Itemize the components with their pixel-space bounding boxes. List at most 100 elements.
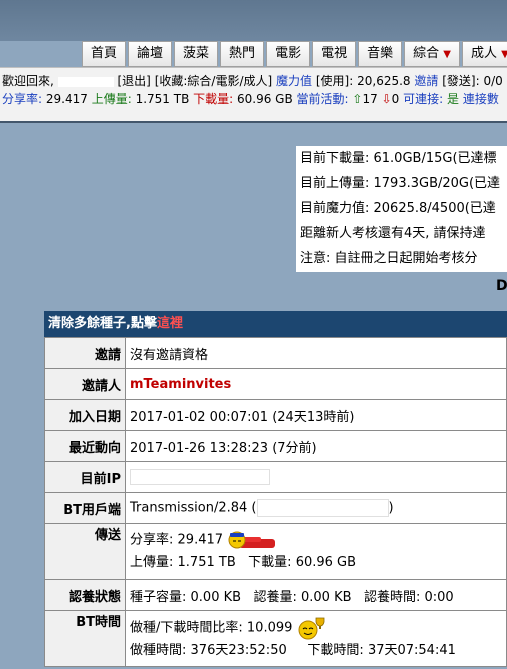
row-adoption: 認養狀態 種子容量: 0.00 KB 認養量: 0.00 KB 認養時間: 0:… <box>44 579 507 611</box>
inviter-link[interactable]: mTeaminvites <box>130 377 231 392</box>
bt-time-ratio-value: 10.099 <box>246 620 293 635</box>
info-line-2: 分享率: 29.417 上傳量: 1.751 TB 下載量: 60.96 GB … <box>2 90 499 107</box>
nav-tv[interactable]: 電視 <box>312 41 357 67</box>
dropdown-arrow-icon: ▼ <box>443 49 451 60</box>
active-label: 當前活動: <box>296 92 349 106</box>
connection-count-label: 連接數 <box>462 92 499 106</box>
favorites-items[interactable]: 綜合/電影/成人 <box>187 74 267 88</box>
nav-movies[interactable]: 電影 <box>266 41 311 67</box>
transfer-up-label: 上傳量: <box>130 554 174 570</box>
bt-time-detail-line: 做種時間: 376天23:52:50 下載時間: 37天07:54:41 <box>130 640 502 662</box>
inviter-label: 邀請人 <box>44 368 126 400</box>
recent-activity-value: 2017-01-26 13:28:23 (7分前) <box>125 430 507 462</box>
trophy-emoji-icon <box>298 617 324 639</box>
welcome-text: 歡迎回來, <box>2 74 54 88</box>
connectable-label: 可連接: <box>403 92 444 106</box>
adoption-amount-label: 認養量: <box>253 589 297 605</box>
row-inviter: 邀請人 mTeaminvites <box>44 368 507 400</box>
adoption-time-label: 認養時間: <box>363 589 421 605</box>
row-join-date: 加入日期 2017-01-02 00:07:01 (24天13時前) <box>44 399 507 431</box>
dropdown-arrow-icon: ▼ <box>501 49 507 60</box>
header-separator <box>0 121 507 123</box>
use-link[interactable]: [使用]: <box>316 74 353 88</box>
adoption-time-value: 0:00 <box>424 589 454 605</box>
sent-link[interactable]: [發送]: <box>442 74 479 88</box>
clear-seeds-link[interactable]: 這裡 <box>157 316 183 331</box>
ratio-value: 29.417 <box>45 92 88 106</box>
magic-status: 目前魔力值: 20625.8/4500(已達 <box>300 201 496 216</box>
download-label: 下載量: <box>193 92 234 106</box>
transfer-ratio-label: 分享率: <box>130 532 174 548</box>
invite-value: 0/0 <box>483 74 503 88</box>
ratio-label: 分享率: <box>2 92 43 106</box>
upload-value: 1.751 TB <box>135 92 190 106</box>
download-status: 目前下載量: 61.0GB/15G(已達標 <box>300 151 497 166</box>
adoption-amount-value: 0.00 KB <box>301 589 352 605</box>
top-banner <box>0 0 507 41</box>
nav-adult[interactable]: 成人 ▼ <box>461 41 507 67</box>
connectable-value: 是 <box>447 92 460 106</box>
nav-home[interactable]: 首頁 <box>82 41 127 67</box>
logout-link[interactable]: [退出] <box>117 74 150 88</box>
invite-value: 沒有邀請資格 <box>125 337 507 369</box>
row-current-ip: 目前IP <box>44 461 507 493</box>
row-transfer: 傳送 分享率: 29.417 上傳量: 1.751 TB 下載量: 60.96 … <box>44 523 507 580</box>
download-value: 60.96 GB <box>237 92 293 106</box>
upload-status: 目前上傳量: 1793.3GB/20G(已達 <box>300 176 501 191</box>
magic-value: 20,625.8 <box>357 74 411 88</box>
bt-time-ratio-line: 做種/下載時間比率: 10.099 <box>130 616 502 640</box>
nav-hot[interactable]: 熱門 <box>220 41 265 67</box>
adoption-size-label: 種子容量: <box>130 589 187 605</box>
info-line-1: 歡迎回來, [退出] [收藏:綜合/電影/成人] 魔力值 [使用]: 20,62… <box>2 72 503 89</box>
adoption-size-value: 0.00 KB <box>190 589 242 605</box>
nav-music[interactable]: 音樂 <box>358 41 403 67</box>
join-date-label: 加入日期 <box>44 399 126 431</box>
bt-client-prefix: Transmission/2.84 ( <box>130 500 257 516</box>
panel-header: 清除多餘種子,點擊這裡 <box>44 311 507 337</box>
recent-activity-label: 最近動向 <box>44 430 126 462</box>
transfer-down-value: 60.96 GB <box>295 554 357 570</box>
transfer-ratio-line: 分享率: 29.417 <box>130 529 502 552</box>
nav-forum[interactable]: 論壇 <box>128 41 173 67</box>
user-details-panel: 清除多餘種子,點擊這裡 邀請 沒有邀請資格 邀請人 mTeaminvites 加… <box>44 311 507 667</box>
seed-time-label: 做種時間: <box>130 642 187 658</box>
assessment-note: 注意: 自註冊之日起開始考核分 <box>300 251 478 266</box>
download-time-label: 下載時間: <box>307 642 364 658</box>
nav-misc[interactable]: 綜合 ▼ <box>404 41 460 67</box>
upload-label: 上傳量: <box>91 92 132 106</box>
invite-link[interactable]: 邀請 <box>414 74 438 88</box>
leeching-count: 0 <box>391 92 400 106</box>
main-nav: 首頁 論壇 菠菜 熱門 電影 電視 音樂 綜合 ▼ 成人 ▼ <box>82 41 507 67</box>
seeding-arrow-icon: ⇧ <box>352 92 363 106</box>
transfer-down-label: 下載量: <box>248 554 292 570</box>
favorites-suffix: ] <box>267 74 273 88</box>
seed-time-value: 376天23:52:50 <box>190 642 287 658</box>
transfer-amount-line: 上傳量: 1.751 TB 下載量: 60.96 GB <box>130 552 502 574</box>
nav-betting[interactable]: 菠菜 <box>174 41 219 67</box>
bt-client-label: BT用戶端 <box>44 492 126 524</box>
download-time-value: 37天07:54:41 <box>367 642 456 658</box>
redacted-ip <box>130 469 270 485</box>
seeding-count: 17 <box>362 92 378 106</box>
row-recent-activity: 最近動向 2017-01-26 13:28:23 (7分前) <box>44 430 507 462</box>
current-ip-label: 目前IP <box>44 461 126 493</box>
transfer-ratio-value: 29.417 <box>177 532 224 548</box>
details-table: 邀請 沒有邀請資格 邀請人 mTeaminvites 加入日期 2017-01-… <box>44 337 507 667</box>
row-invite: 邀請 沒有邀請資格 <box>44 337 507 369</box>
clear-seeds-text: 清除多餘種子,點擊 <box>48 316 157 331</box>
redacted-client-info <box>256 499 389 517</box>
user-info-bar: 歡迎回來, [退出] [收藏:綜合/電影/成人] 魔力值 [使用]: 20,62… <box>0 67 507 122</box>
row-bt-time: BT時間 做種/下載時間比率: 10.099 做種時間: 376天23:52:5… <box>44 610 507 667</box>
truncated-heading: D <box>496 278 507 294</box>
redacted-username <box>57 76 114 87</box>
favorites-prefix: [收藏: <box>154 74 188 88</box>
assessment-countdown: 距離新人考核還有4天, 請保持達 <box>300 226 486 241</box>
magic-link[interactable]: 魔力值 <box>276 74 312 88</box>
bt-time-label: BT時間 <box>44 610 126 667</box>
transfer-label: 傳送 <box>44 523 126 580</box>
transfer-up-value: 1.751 TB <box>177 554 236 570</box>
bt-client-suffix: ) <box>388 500 394 516</box>
bt-time-ratio-label: 做種/下載時間比率: <box>130 620 243 635</box>
row-bt-client: BT用戶端 Transmission/2.84 () <box>44 492 507 524</box>
leeching-arrow-icon: ⇩ <box>381 92 392 106</box>
